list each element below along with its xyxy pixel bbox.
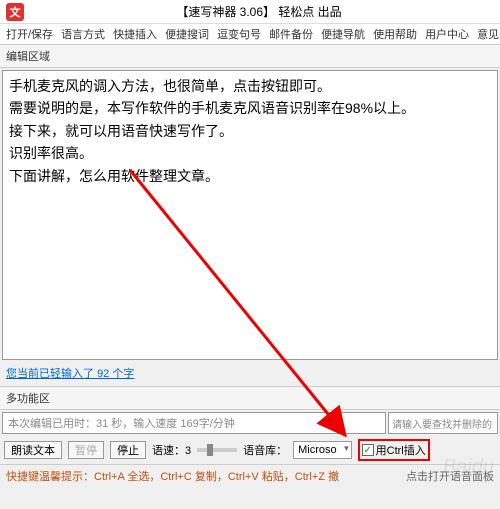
char-count-link[interactable]: 您当前已轻输入了 92 个字 [6, 368, 134, 380]
menu-mail-backup[interactable]: 邮件备份 [267, 26, 315, 42]
typing-speed-info: 本次编辑已用时：31 秒，输入速度 169字/分钟 [2, 412, 386, 434]
menu-comma-period[interactable]: 逗变句号 [215, 26, 263, 42]
menu-feedback[interactable]: 意见反馈 [475, 26, 500, 42]
menu-nav[interactable]: 便捷导航 [319, 26, 367, 42]
open-voice-panel-link[interactable]: 点击打开语音面板 [406, 468, 494, 484]
stop-button[interactable]: 停止 [110, 441, 146, 459]
pause-button[interactable]: 暂停 [68, 441, 104, 459]
read-text-button[interactable]: 朗读文本 [4, 441, 62, 459]
editor-section-label: 编辑区域 [0, 44, 500, 68]
highlight-box: ✓ 用Ctrl插入 [358, 439, 430, 461]
shortcut-tips: 快捷键温馨提示：Ctrl+A 全选，Ctrl+C 复制，Ctrl+V 粘贴，Ct… [0, 464, 500, 487]
menu-open-save[interactable]: 打开/保存 [4, 26, 55, 42]
app-icon: 文 [6, 3, 24, 21]
checkbox-icon: ✓ [362, 444, 374, 456]
voice-lib-label: 语音库： [243, 442, 287, 458]
speed-label: 语速：3 [152, 442, 191, 458]
status-line: 您当前已轻输入了 92 个字 [0, 362, 500, 384]
menubar: 打开/保存 语言方式 快捷插入 便捷搜词 逗变句号 邮件备份 便捷导航 使用帮助… [0, 24, 500, 44]
menu-quick-insert[interactable]: 快捷插入 [111, 26, 159, 42]
controls-row: 朗读文本 暂停 停止 语速：3 语音库： Microso ✓ 用Ctrl插入 [0, 436, 500, 464]
menu-user-center[interactable]: 用户中心 [423, 26, 471, 42]
voice-lib-combo[interactable]: Microso [293, 441, 352, 459]
window-title: 【速写神器 3.06】 轻松点 出品 [24, 3, 494, 20]
menu-help[interactable]: 使用帮助 [371, 26, 419, 42]
speed-slider[interactable] [197, 448, 237, 452]
menu-search-word[interactable]: 便捷搜词 [163, 26, 211, 42]
ctrl-insert-label: 用Ctrl插入 [376, 442, 426, 458]
tips-text: 快捷键温馨提示：Ctrl+A 全选，Ctrl+C 复制，Ctrl+V 粘贴，Ct… [6, 468, 339, 484]
multi-section-label: 多功能区 [0, 386, 500, 410]
titlebar: 文 【速写神器 3.06】 轻松点 出品 [0, 0, 500, 24]
search-delete-input[interactable]: 请输入要查找并删除的 [388, 412, 498, 434]
menu-language[interactable]: 语言方式 [59, 26, 107, 42]
ctrl-insert-checkbox[interactable]: ✓ 用Ctrl插入 [362, 442, 426, 458]
editor-textarea[interactable]: 手机麦克风的调入方法，也很简单，点击按钮即可。 需要说明的是，本写作软件的手机麦… [2, 70, 498, 360]
